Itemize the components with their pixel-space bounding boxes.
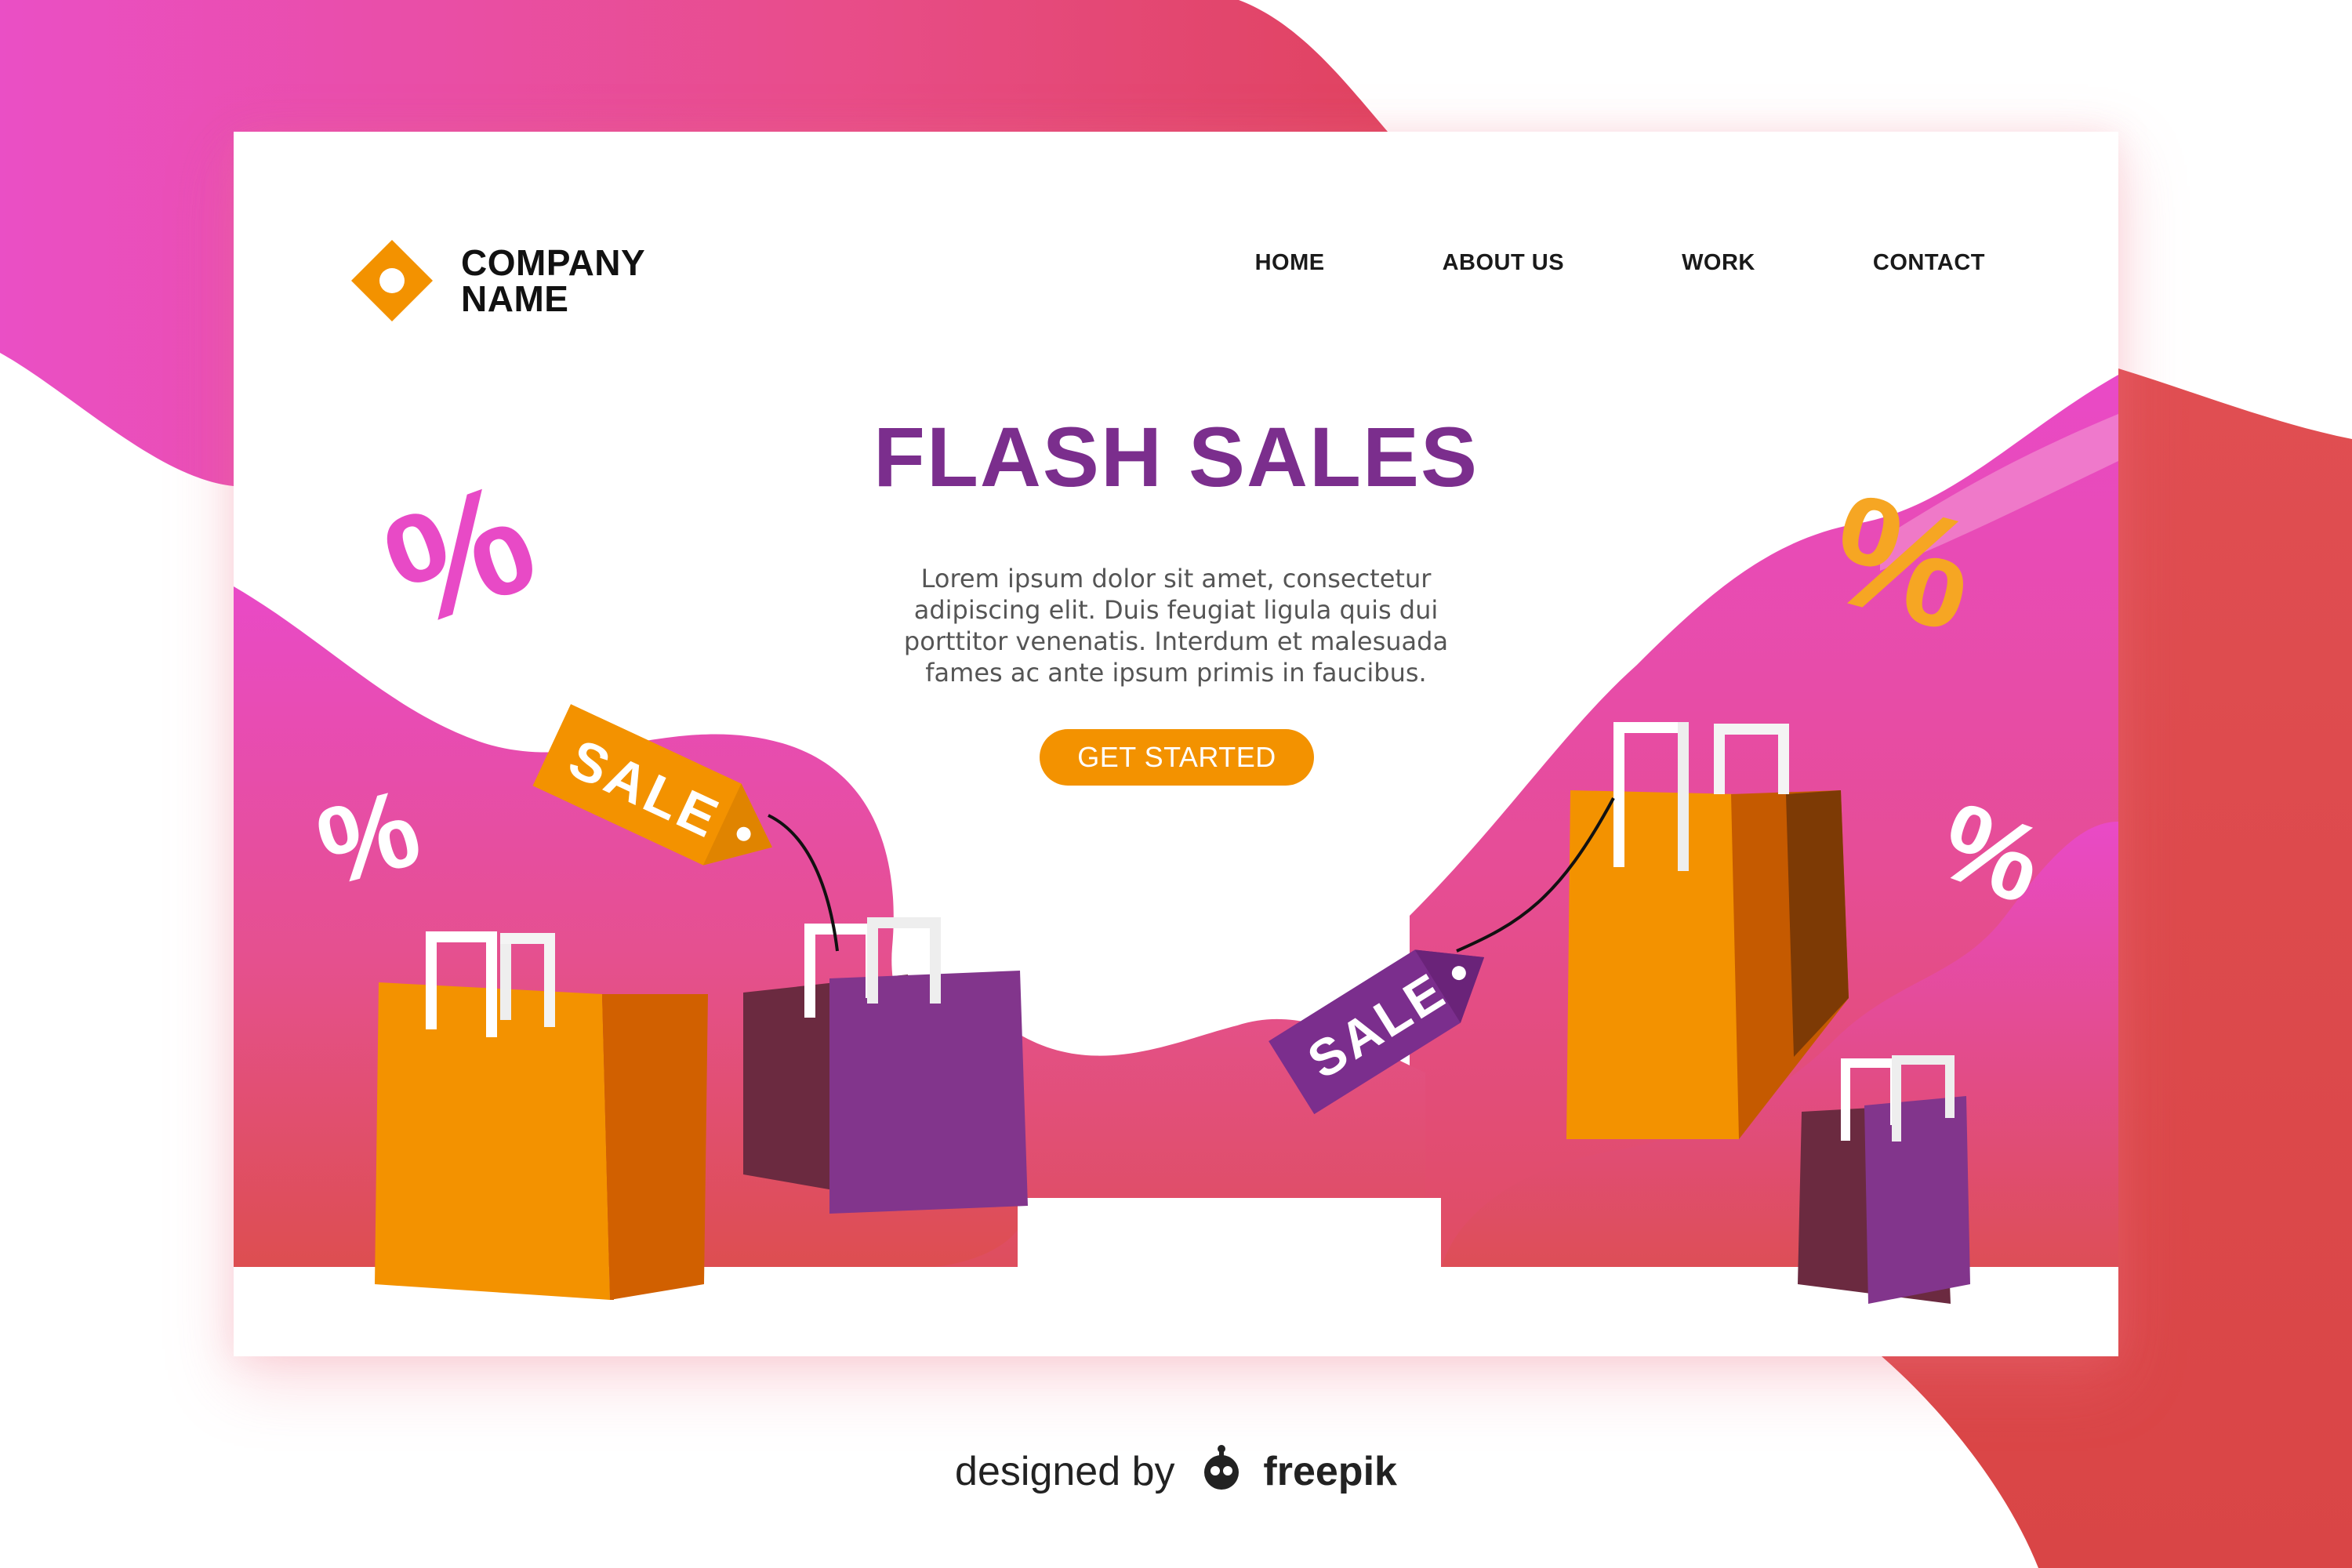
nav-home[interactable]: HOME (1255, 243, 1325, 282)
get-started-button[interactable]: GET STARTED (1040, 729, 1314, 786)
company-name: COMPANY NAME (461, 245, 720, 317)
landing-card: SALE SALE % % % % COMPANY NAME HOME ABOU… (234, 132, 2118, 1356)
company-logo[interactable]: COMPANY NAME (351, 240, 720, 321)
hero-title: FLASH SALES (873, 409, 1479, 504)
company-name-line2: NAME (461, 278, 569, 319)
design-credit: designed by freepik (0, 1444, 2352, 1495)
company-name-line1: COMPANY (461, 242, 646, 283)
nav-contact[interactable]: CONTACT (1873, 243, 1985, 282)
nav-work[interactable]: WORK (1682, 243, 1755, 282)
nav-about-us[interactable]: ABOUT US (1443, 243, 1564, 282)
freepik-brand: freepik (1263, 1449, 1397, 1494)
credit-prefix: designed by (955, 1449, 1175, 1494)
freepik-logo-icon (1203, 1445, 1239, 1490)
main-navigation: HOME ABOUT US WORK CONTACT (1255, 243, 1985, 282)
hero-description: Lorem ipsum dolor sit amet, consectetur … (903, 564, 1449, 688)
diamond-logo-icon (351, 240, 433, 321)
